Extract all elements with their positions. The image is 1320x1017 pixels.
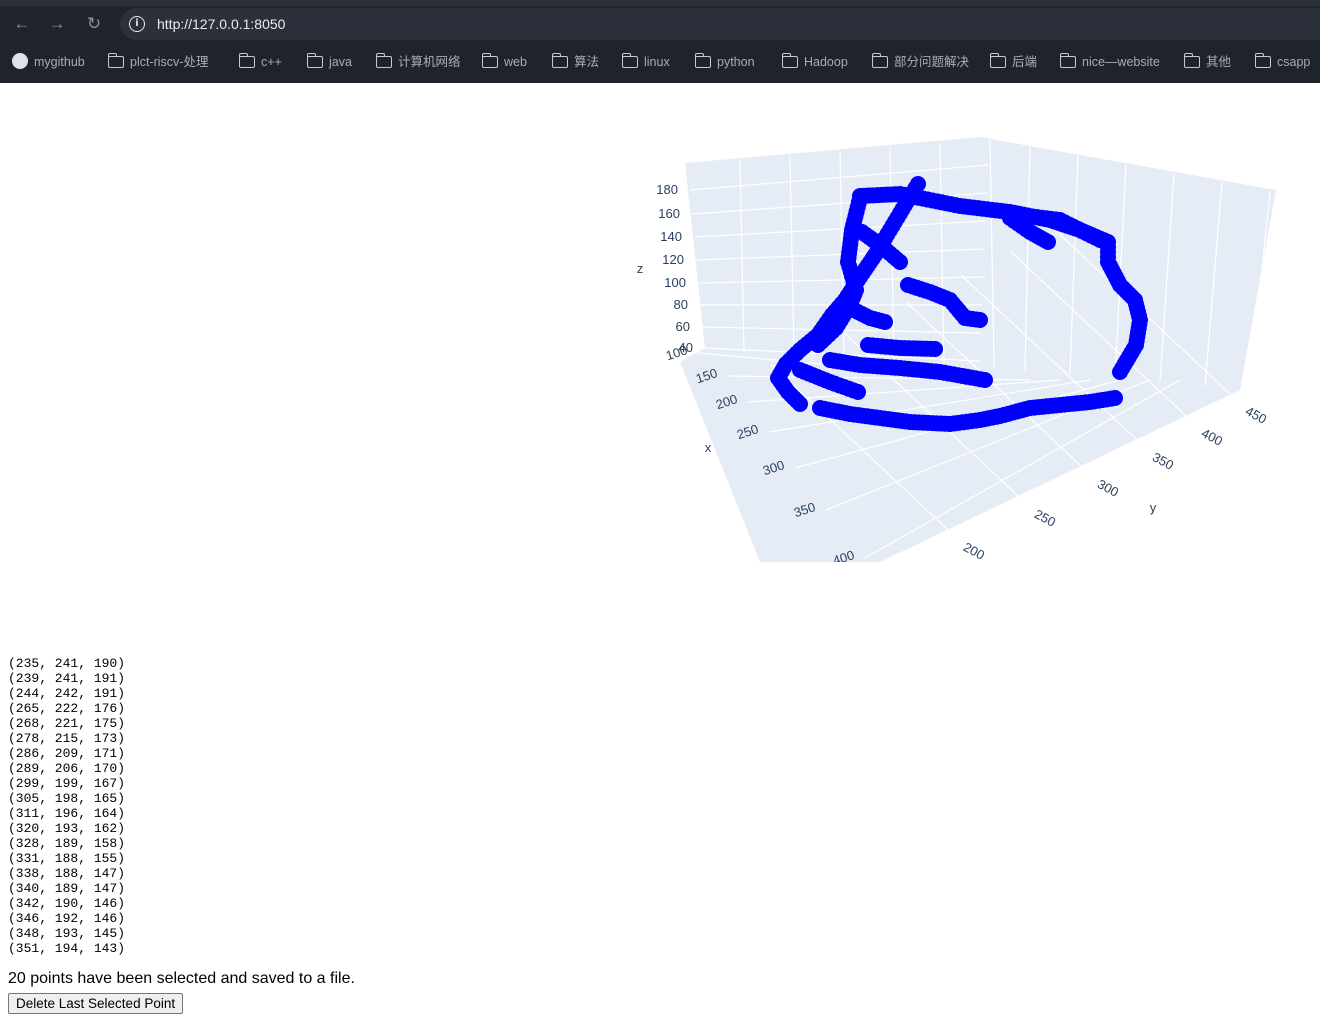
folder-icon <box>871 53 888 68</box>
y-tick-label: 250 <box>1032 506 1058 529</box>
folder-icon <box>1059 53 1076 68</box>
selected-point-row: (320, 193, 162) <box>8 821 126 836</box>
browser-toolbar: ← → ↻ i http://127.0.0.1:8050 <box>0 6 1320 42</box>
bookmark-folder[interactable]: 算法 <box>551 53 599 71</box>
data-marker[interactable] <box>1112 364 1128 380</box>
selected-point-row: (328, 189, 158) <box>8 836 126 851</box>
address-bar[interactable]: i http://127.0.0.1:8050 <box>120 8 1320 40</box>
z-tick-label: 120 <box>662 252 684 267</box>
z-tick-label: 80 <box>674 297 688 312</box>
selected-point-row: (239, 241, 191) <box>8 671 126 686</box>
folder-icon <box>306 53 323 68</box>
bookmark-folder[interactable]: linux <box>621 53 670 71</box>
github-icon <box>12 53 28 69</box>
selected-point-row: (244, 242, 191) <box>8 686 126 701</box>
selected-point-row: (278, 215, 173) <box>8 731 126 746</box>
y-tick-label: 300 <box>1095 476 1121 499</box>
folder-icon <box>694 53 711 68</box>
folder-icon <box>1183 53 1200 68</box>
data-marker[interactable] <box>877 314 893 330</box>
folder-icon <box>481 53 498 68</box>
folder-icon <box>107 53 124 68</box>
y-tick-label: 350 <box>1150 449 1176 472</box>
z-tick-label: 100 <box>664 275 686 290</box>
z-tick-label: 60 <box>676 319 690 334</box>
z-axis-label: z <box>637 261 644 276</box>
selected-point-row: (351, 194, 143) <box>8 941 126 956</box>
bookmark-folder[interactable]: plct-riscv-处理 <box>107 53 208 71</box>
delete-last-point-button[interactable]: Delete Last Selected Point <box>8 993 184 1014</box>
bookmark-folder[interactable]: Hadoop <box>781 53 848 71</box>
y-tick-label: 200 <box>961 539 987 562</box>
y-tick-label: 400 <box>1199 425 1225 448</box>
scatter3d-plot[interactable]: 4060801001201401601801001502002503003504… <box>560 100 1320 562</box>
selected-point-row: (235, 241, 190) <box>8 656 126 671</box>
bookmark-folder[interactable]: nice—website <box>1059 53 1160 71</box>
data-marker[interactable] <box>977 372 993 388</box>
bookmark-mygithub[interactable]: mygithub <box>12 53 85 71</box>
z-tick-label: 160 <box>658 206 680 221</box>
selected-point-row: (289, 206, 170) <box>8 761 126 776</box>
z-tick-label: 180 <box>656 182 678 197</box>
bookmarks-bar: mygithub plct-riscv-处理 c++ java 计算机网络 we… <box>0 42 1320 83</box>
folder-icon <box>238 53 255 68</box>
data-marker[interactable] <box>810 337 826 353</box>
folder-icon <box>621 53 638 68</box>
reload-icon[interactable]: ↻ <box>82 12 106 36</box>
folder-icon <box>781 53 798 68</box>
y-tick-label: 450 <box>1243 403 1269 426</box>
bookmark-folder[interactable]: web <box>481 53 527 71</box>
y-axis-label: y <box>1150 500 1157 515</box>
selected-point-row: (338, 188, 147) <box>8 866 126 881</box>
url-text[interactable]: http://127.0.0.1:8050 <box>157 16 285 32</box>
selected-point-row: (299, 199, 167) <box>8 776 126 791</box>
selected-point-row: (342, 190, 146) <box>8 896 126 911</box>
data-marker[interactable] <box>972 312 988 328</box>
data-marker[interactable] <box>927 341 943 357</box>
selected-point-row: (348, 193, 145) <box>8 926 126 941</box>
folder-icon <box>989 53 1006 68</box>
selected-point-row: (311, 196, 164) <box>8 806 126 821</box>
folder-icon <box>1254 53 1271 68</box>
back-icon[interactable]: ← <box>10 12 34 36</box>
data-marker[interactable] <box>1092 232 1108 248</box>
forward-icon[interactable]: → <box>45 12 69 36</box>
bookmark-folder[interactable]: python <box>694 53 755 71</box>
bookmark-folder[interactable]: c++ <box>238 53 282 71</box>
selected-point-row: (265, 222, 176) <box>8 701 126 716</box>
data-marker[interactable] <box>792 396 808 412</box>
selected-point-row: (268, 221, 175) <box>8 716 126 731</box>
x-axis-label: x <box>705 440 712 455</box>
bookmark-folder[interactable]: csapp <box>1254 53 1310 71</box>
bookmark-folder[interactable]: 部分问题解决 <box>871 53 969 71</box>
site-info-icon[interactable]: i <box>129 16 145 32</box>
selected-point-row: (346, 192, 146) <box>8 911 126 926</box>
bookmark-folder[interactable]: java <box>306 53 352 71</box>
selected-point-row: (331, 188, 155) <box>8 851 126 866</box>
z-tick-label: 140 <box>660 229 682 244</box>
data-marker[interactable] <box>850 384 866 400</box>
data-marker[interactable] <box>892 254 908 270</box>
selected-points-list: (235, 241, 190) (239, 241, 191) (244, 242,… <box>8 656 125 956</box>
selected-point-row: (305, 198, 165) <box>8 791 126 806</box>
bookmark-folder[interactable]: 后端 <box>989 53 1037 71</box>
folder-icon <box>551 53 568 68</box>
folder-icon <box>375 53 392 68</box>
selected-point-row: (286, 209, 171) <box>8 746 126 761</box>
bookmark-folder[interactable]: 计算机网络 <box>375 53 461 71</box>
data-marker[interactable] <box>1107 390 1123 406</box>
bookmark-folder[interactable]: 其他 <box>1183 53 1231 71</box>
status-message: 20 points have been selected and saved t… <box>8 970 355 987</box>
selected-point-row: (340, 189, 147) <box>8 881 126 896</box>
data-marker[interactable] <box>1040 234 1056 250</box>
